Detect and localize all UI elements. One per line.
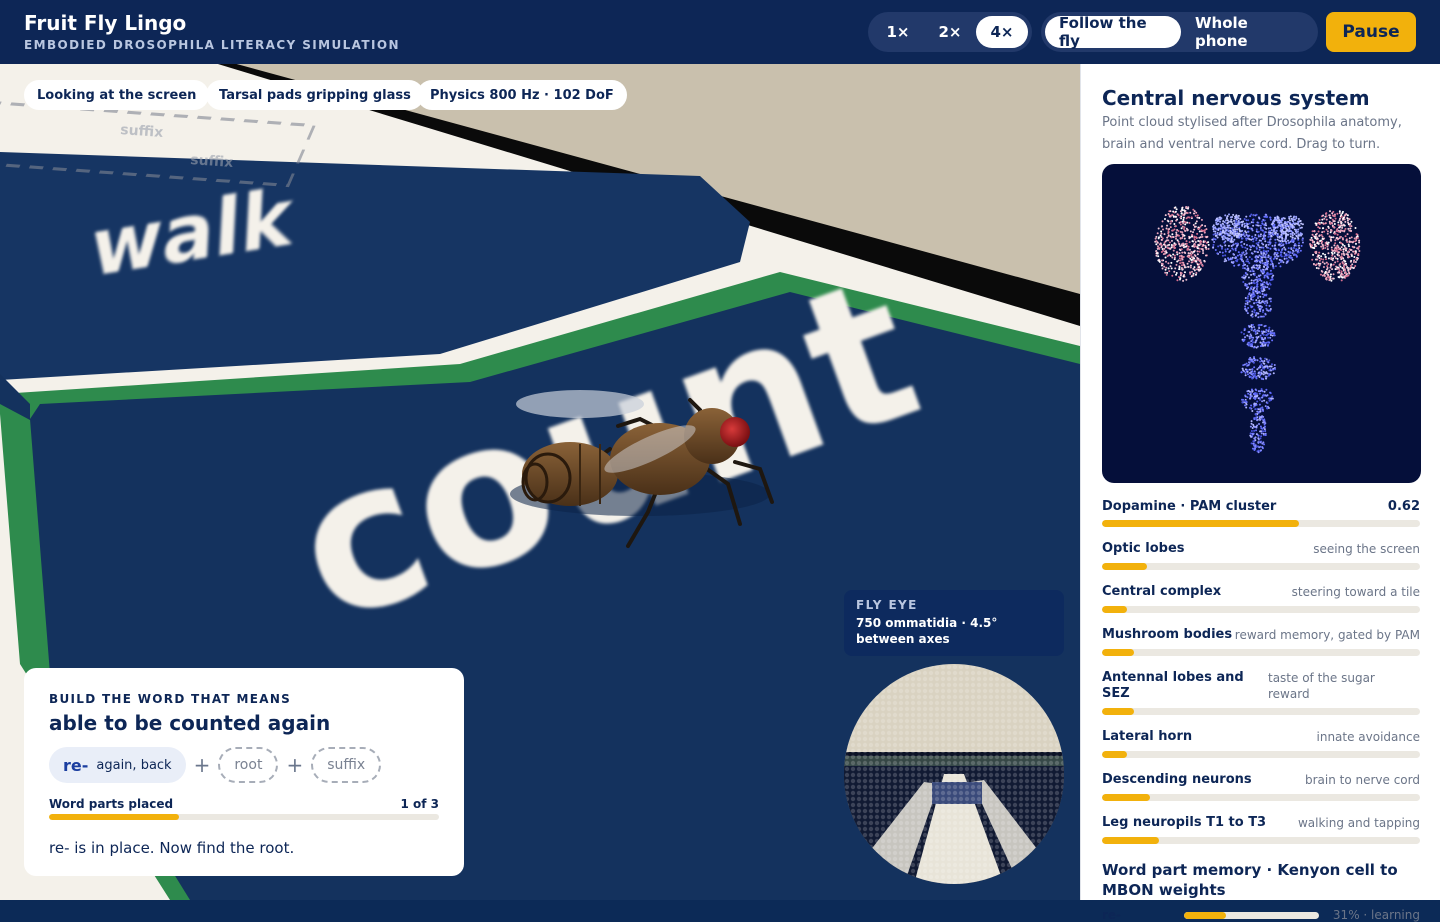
region-desc: brain to nerve cord (1304, 773, 1420, 787)
region-name: Antennal lobes and SEZ (1102, 670, 1244, 701)
task-status: re- is in place. Now find the root. (49, 839, 295, 857)
region-bar (1102, 649, 1420, 656)
plus-sign-2: + (286, 753, 304, 777)
region-bar-fill (1102, 708, 1134, 715)
region-leg-neuropils: Leg neuropils T1 to T3 walking and tappin… (1102, 815, 1420, 844)
progress-count: 1 of 3 (400, 797, 439, 811)
suffix-ghost-label-2: suffix (190, 152, 234, 171)
suffix-ghost-label: suffix (120, 122, 164, 141)
word-parts: re- again, back + root + suffix (49, 747, 439, 783)
region-name: Central complex (1102, 584, 1222, 599)
whole-phone-button[interactable]: Whole phone (1181, 14, 1314, 50)
region-list: Optic lobes seeing the screen Central com… (1102, 541, 1420, 844)
region-bar-fill (1102, 794, 1150, 801)
region-antennal-lobes: Antennal lobes and SEZ taste of the sugar… (1102, 670, 1420, 715)
progress-bar-fill (49, 814, 179, 820)
memory-title: Word part memory · Kenyon cell to MBON w… (1102, 861, 1398, 899)
dopamine-label: Dopamine · PAM cluster (1102, 499, 1277, 514)
fly-eye-card: FLY EYE 750 ommatidia · 4.5° between axe… (844, 590, 1064, 656)
panel-title: Central nervous system (1102, 86, 1370, 110)
region-bar-fill (1102, 751, 1128, 758)
brain-point-cloud[interactable] (1102, 164, 1421, 483)
region-name: Optic lobes (1102, 541, 1185, 556)
speed-4x-button[interactable]: 4× (976, 16, 1028, 48)
region-desc: reward memory, gated by PAM (1234, 628, 1420, 642)
region-desc: taste of the sugar reward (1268, 671, 1375, 701)
fly-eye-title: FLY EYE (856, 598, 918, 612)
pause-button[interactable]: Pause (1326, 12, 1416, 52)
region-bar (1102, 708, 1420, 715)
suffix-slot[interactable]: suffix (311, 747, 382, 783)
brain-svg (1154, 206, 1361, 454)
region-bar (1102, 794, 1420, 801)
region-lateral-horn: Lateral horn innate avoidance (1102, 729, 1420, 758)
app-title: Fruit Fly Lingo (24, 11, 187, 35)
top-bar: Fruit Fly Lingo EMBODIED DROSOPHILA LITE… (0, 0, 1440, 64)
app-subtitle: EMBODIED DROSOPHILA LITERACY SIMULATION (24, 38, 400, 52)
region-desc: seeing the screen (1313, 542, 1420, 556)
region-name: Lateral horn (1102, 729, 1193, 744)
dopamine-row: Dopamine · PAM cluster 0.62 (1102, 499, 1420, 514)
region-bar-fill (1102, 606, 1128, 613)
region-bar (1102, 606, 1420, 613)
memory-value: 31% · learning (1332, 908, 1420, 922)
region-name: Mushroom bodies (1102, 627, 1233, 642)
brand: Fruit Fly Lingo EMBODIED DROSOPHILA LITE… (24, 11, 400, 52)
region-bar (1102, 751, 1420, 758)
nervous-system-panel: Central nervous system Point cloud styli… (1080, 64, 1440, 922)
memory-row: re- 31% · learning (1102, 908, 1420, 922)
panel-description: Point cloud stylised after Drosophila an… (1102, 115, 1402, 152)
fly-eye-view (844, 664, 1064, 884)
root-slot[interactable]: root (218, 747, 279, 783)
prefix-slot[interactable]: re- again, back (49, 747, 186, 783)
speed-2x-button[interactable]: 2× (924, 16, 976, 48)
status-chip-tarsal: Tarsal pads gripping glass (206, 80, 424, 110)
status-chip-physics: Physics 800 Hz · 102 DoF (417, 80, 627, 110)
fly-eye-detail: 750 ommatidia · 4.5° between axes (856, 616, 998, 646)
region-desc: innate avoidance (1316, 730, 1421, 744)
task-goal: able to be counted again (49, 711, 331, 735)
prefix-meaning: again, back (96, 757, 172, 773)
prefix-text: re- (63, 755, 89, 775)
status-chip-vision: Looking at the screen (24, 80, 210, 110)
region-mushroom-bodies: Mushroom bodies reward memory, gated by P… (1102, 627, 1420, 656)
dopamine-value: 0.62 (1387, 499, 1420, 514)
region-bar-fill (1102, 837, 1160, 844)
region-central-complex: Central complex steering toward a tile (1102, 584, 1420, 613)
view-selector: Follow the fly Whole phone (1041, 12, 1318, 52)
region-optic-lobes: Optic lobes seeing the screen (1102, 541, 1420, 570)
region-desc: steering toward a tile (1291, 585, 1420, 599)
region-bar (1102, 563, 1420, 570)
memory-bar-fill (1184, 911, 1226, 919)
region-bar (1102, 837, 1420, 844)
region-name: Descending neurons (1102, 772, 1252, 787)
simulation-viewport[interactable]: walk count suffix suffix Looking at the … (0, 64, 1080, 900)
region-desc: walking and tapping (1297, 816, 1420, 830)
dopamine-bar (1102, 520, 1420, 527)
region-bar-fill (1102, 649, 1134, 656)
progress-row: Word parts placed 1 of 3 (49, 797, 439, 811)
speed-selector: 1× 2× 4× (868, 12, 1032, 52)
follow-fly-button[interactable]: Follow the fly (1045, 14, 1181, 50)
memory-label: re- (1102, 908, 1122, 922)
region-name: Leg neuropils T1 to T3 (1102, 815, 1267, 830)
progress-bar (49, 814, 439, 820)
word-task-card: BUILD THE WORD THAT MEANS able to be cou… (24, 668, 464, 876)
plus-sign: + (193, 753, 211, 777)
region-bar-fill (1102, 563, 1147, 570)
dopamine-bar-fill (1102, 520, 1300, 527)
memory-bar (1184, 911, 1319, 919)
region-descending-neurons: Descending neurons brain to nerve cord (1102, 772, 1420, 801)
task-eyebrow: BUILD THE WORD THAT MEANS (49, 692, 292, 706)
progress-label: Word parts placed (49, 797, 174, 811)
speed-1x-button[interactable]: 1× (872, 16, 924, 48)
